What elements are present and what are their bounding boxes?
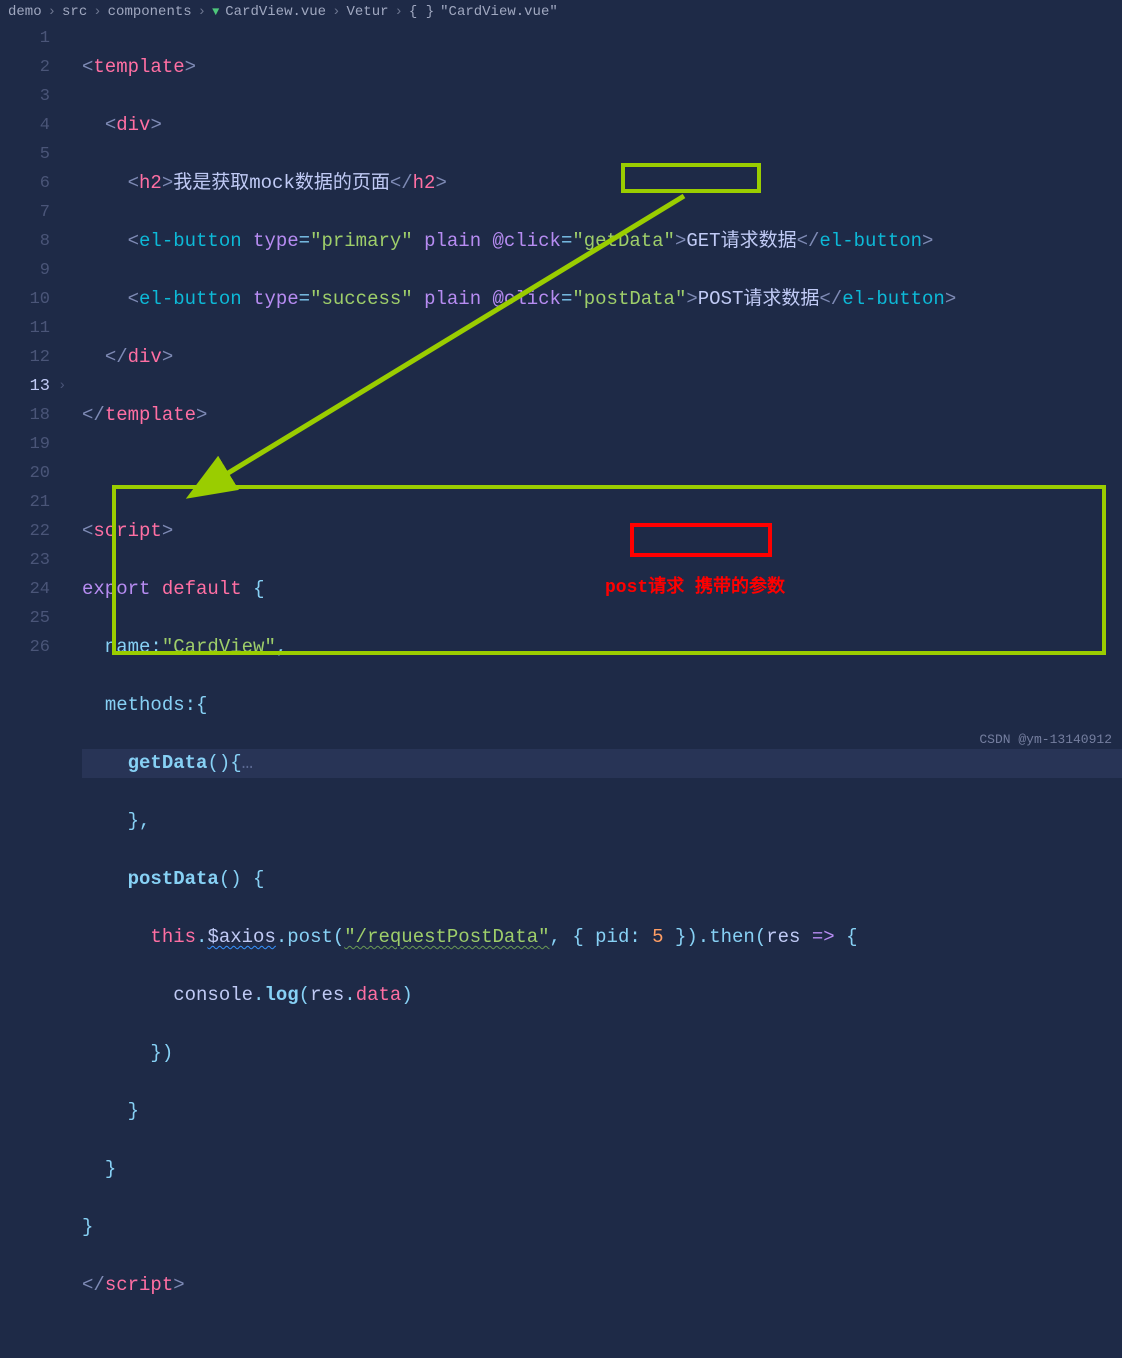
- fold-gutter[interactable]: ›: [58, 24, 82, 1358]
- vue-file-icon: ▼: [212, 5, 219, 19]
- object-icon: { }: [409, 4, 434, 20]
- chevron-right-icon: ›: [198, 4, 206, 20]
- crumb-file[interactable]: CardView.vue: [225, 4, 326, 20]
- crumb-vetur[interactable]: Vetur: [347, 4, 389, 20]
- annotation-text: post请求 携带的参数: [605, 572, 785, 598]
- crumb-src[interactable]: src: [62, 4, 87, 20]
- chevron-right-icon: ›: [332, 4, 340, 20]
- chevron-right-icon: ›: [48, 4, 56, 20]
- crumb-symbol[interactable]: "CardView.vue": [440, 4, 558, 20]
- crumb-components[interactable]: components: [108, 4, 192, 20]
- fold-chevron-icon[interactable]: ›: [58, 372, 82, 401]
- chevron-right-icon: ›: [93, 4, 101, 20]
- line-number-gutter: 1 2 3 4 5 6 7 8 9 10 11 12 13 18 19 20 2…: [0, 24, 58, 1358]
- chevron-right-icon: ›: [395, 4, 403, 20]
- breadcrumb[interactable]: demo › src › components › ▼ CardView.vue…: [0, 0, 1122, 24]
- watermark: CSDN @ym-13140912: [979, 732, 1112, 747]
- crumb-demo[interactable]: demo: [8, 4, 42, 20]
- code-area[interactable]: <template> <div> <h2>我是获取mock数据的页面</h2> …: [82, 24, 1122, 1358]
- editor[interactable]: 1 2 3 4 5 6 7 8 9 10 11 12 13 18 19 20 2…: [0, 24, 1122, 1358]
